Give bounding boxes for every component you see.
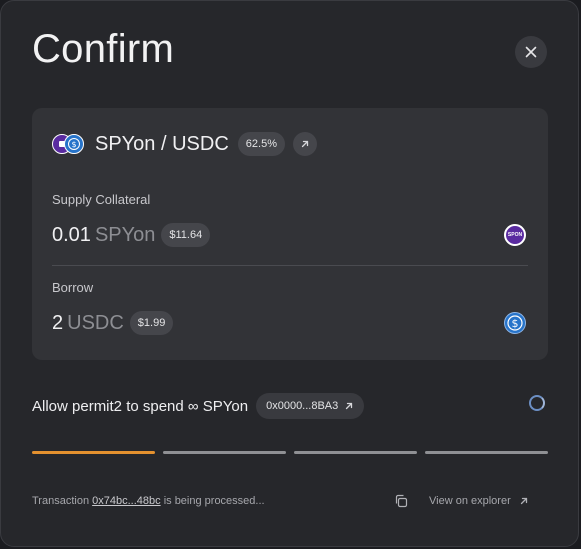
pair-icons: $	[52, 132, 86, 156]
supply-usd-value: $11.64	[161, 223, 211, 247]
summary-card: $ SPYon / USDC 62.5% Supply Collateral 0…	[32, 108, 548, 360]
transaction-hash-link[interactable]: 0x74bc...48bc	[92, 495, 161, 507]
view-on-explorer-label: View on explorer	[429, 495, 511, 507]
external-link-icon	[346, 402, 353, 410]
loading-spinner-icon	[529, 395, 545, 411]
copy-icon[interactable]	[394, 494, 410, 510]
borrow-usd-value: $1.99	[129, 311, 174, 335]
svg-text:$: $	[71, 140, 76, 149]
progress-step-1	[32, 451, 155, 454]
spender-address: 0x0000...8BA3	[266, 400, 339, 412]
progress-step-2	[163, 451, 286, 454]
progress-step-4	[425, 451, 548, 454]
transaction-suffix: is being processed...	[163, 495, 265, 507]
external-link-icon	[520, 497, 527, 505]
market-pair-label: SPYon / USDC	[95, 132, 229, 155]
dialog-title: Confirm	[32, 27, 175, 71]
borrow-label: Borrow	[52, 280, 94, 295]
usdc-token-icon: $	[64, 134, 84, 154]
supply-symbol: SPYon	[94, 223, 156, 246]
close-icon	[525, 46, 537, 58]
external-link-icon	[301, 140, 309, 148]
permit-step-text: Allow permit2 to spend ∞ SPYon	[32, 397, 249, 415]
market-pair-row: $ SPYon / USDC 62.5%	[52, 130, 317, 158]
progress-step-3	[294, 451, 417, 454]
divider	[52, 265, 528, 266]
spyon-icon: SPON	[504, 224, 526, 246]
permit-step-row: Allow permit2 to spend ∞ SPYon 0x0000...…	[32, 392, 365, 420]
borrow-amount-row: 2 USDC $1.99	[52, 309, 174, 337]
transaction-prefix: Transaction	[32, 495, 90, 507]
spyon-icon-text: SPON	[507, 232, 523, 238]
supply-collateral-label: Supply Collateral	[52, 192, 151, 207]
transaction-status: Transaction 0x74bc...48bc is being proce…	[32, 495, 265, 507]
supply-amount: 0.01	[52, 223, 91, 246]
svg-text:$: $	[512, 317, 519, 330]
close-button[interactable]	[515, 36, 547, 68]
spender-address-link[interactable]: 0x0000...8BA3	[256, 393, 365, 419]
ltv-badge: 62.5%	[237, 132, 285, 156]
borrow-symbol: USDC	[67, 311, 124, 334]
confirm-dialog: Confirm $ SPYon / USDC 62.5% Supply Coll…	[0, 0, 579, 547]
view-on-explorer-link[interactable]: View on explorer	[429, 495, 529, 507]
borrow-amount: 2	[52, 311, 64, 334]
open-market-button[interactable]	[292, 132, 317, 156]
usdc-icon: $	[504, 312, 526, 334]
supply-amount-row: 0.01 SPYon $11.64	[52, 221, 211, 249]
